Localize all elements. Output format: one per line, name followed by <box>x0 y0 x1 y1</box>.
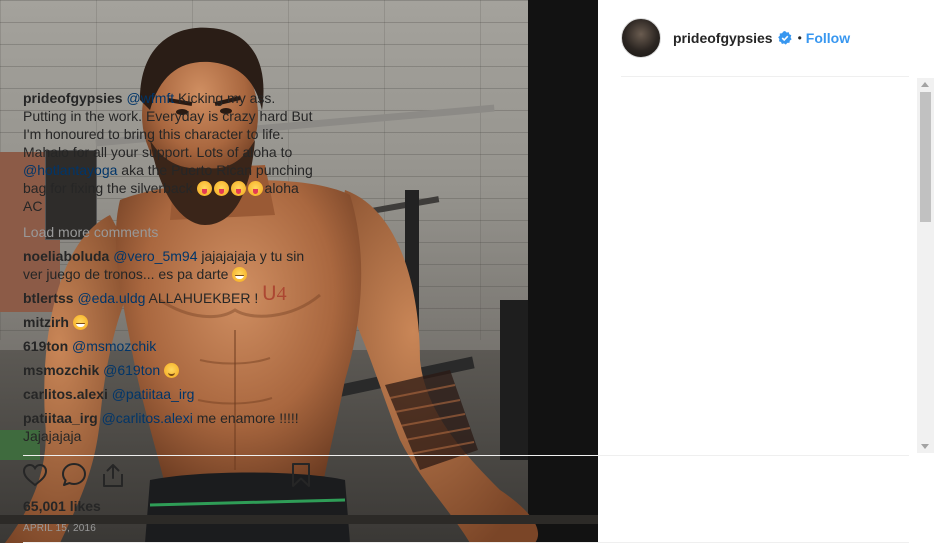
caption: prideofgypsies @wfmft Kicking my ass. Pu… <box>23 89 313 215</box>
comment-username[interactable]: 619ton <box>23 338 68 354</box>
post-date[interactable]: APRIL 15, 2016 <box>23 523 96 534</box>
comment-username[interactable]: patiitaa_irg <box>23 410 98 426</box>
bookmark-icon <box>292 463 310 487</box>
scrollbar-thumb[interactable] <box>920 92 931 222</box>
like-button[interactable] <box>22 462 48 488</box>
comment-item: 619ton @msmozchik <box>23 337 313 355</box>
heart-icon <box>22 463 48 487</box>
caption-mention-2[interactable]: @hotlantayoga <box>23 162 117 178</box>
comment-mention[interactable]: @msmozchik <box>72 338 156 354</box>
avatar[interactable] <box>621 18 661 58</box>
save-button[interactable] <box>288 462 314 488</box>
laugh-emoji-icon <box>72 315 88 330</box>
caption-mention[interactable]: @wfmft <box>126 90 174 106</box>
post-header: prideofgypsies • Follow <box>598 0 934 76</box>
comment-item: btlertss @eda.uldg ALLAHUEKBER ! <box>23 289 313 307</box>
comment-mention[interactable]: @619ton <box>103 362 160 378</box>
post-actions <box>22 462 318 490</box>
comment-item: noeliaboluda @vero_5m94 jajajajaja y tu … <box>23 247 313 283</box>
separator-dot: • <box>797 31 802 45</box>
load-more-comments[interactable]: Load more comments <box>23 223 313 241</box>
comment-mention[interactable]: @eda.uldg <box>77 290 145 306</box>
tongue-emoji-icon <box>213 181 229 196</box>
actions-divider <box>23 455 909 456</box>
tongue-emoji-icon <box>230 181 246 196</box>
verified-badge-icon <box>777 31 792 45</box>
comment-button[interactable] <box>61 462 87 488</box>
comment-item: mitzirh <box>23 313 313 331</box>
comments-list[interactable]: prideofgypsies @wfmft Kicking my ass. Pu… <box>23 86 313 456</box>
caption-username[interactable]: prideofgypsies <box>23 90 123 106</box>
scroll-up-arrow-icon[interactable] <box>921 82 929 87</box>
comment-item: patiitaa_irg @carlitos.alexi me enamore … <box>23 409 313 445</box>
share-button[interactable] <box>100 462 126 488</box>
tongue-emoji-icon <box>196 181 212 196</box>
comments-scrollbar[interactable] <box>917 78 934 453</box>
comment-text: ALLAHUEKBER ! <box>145 290 259 306</box>
follow-button[interactable]: Follow <box>806 30 850 46</box>
post-sidebar: prideofgypsies • Follow <box>598 0 934 543</box>
comment-mention[interactable]: @patiitaa_irg <box>112 386 195 402</box>
comment-username[interactable]: noeliaboluda <box>23 248 109 264</box>
smile-emoji-icon <box>164 363 180 378</box>
grin-emoji-icon <box>232 267 248 282</box>
comment-mention[interactable]: @vero_5m94 <box>113 248 197 264</box>
comment-item: carlitos.alexi @patiitaa_irg <box>23 385 313 403</box>
comment-username[interactable]: mitzirh <box>23 314 69 330</box>
likes-count[interactable]: 65,001 likes <box>23 498 101 514</box>
scroll-down-arrow-icon[interactable] <box>921 444 929 449</box>
comment-mention[interactable]: @carlitos.alexi <box>102 410 193 426</box>
comment-username[interactable]: carlitos.alexi <box>23 386 108 402</box>
header-divider <box>621 76 909 77</box>
header-username[interactable]: prideofgypsies <box>673 30 773 46</box>
comment-item: msmozchik @619ton <box>23 361 313 379</box>
comment-username[interactable]: msmozchik <box>23 362 99 378</box>
tongue-emoji-icon <box>247 181 263 196</box>
share-icon <box>103 464 123 487</box>
comment-username[interactable]: btlertss <box>23 290 74 306</box>
comment-bubble-icon <box>62 463 86 486</box>
